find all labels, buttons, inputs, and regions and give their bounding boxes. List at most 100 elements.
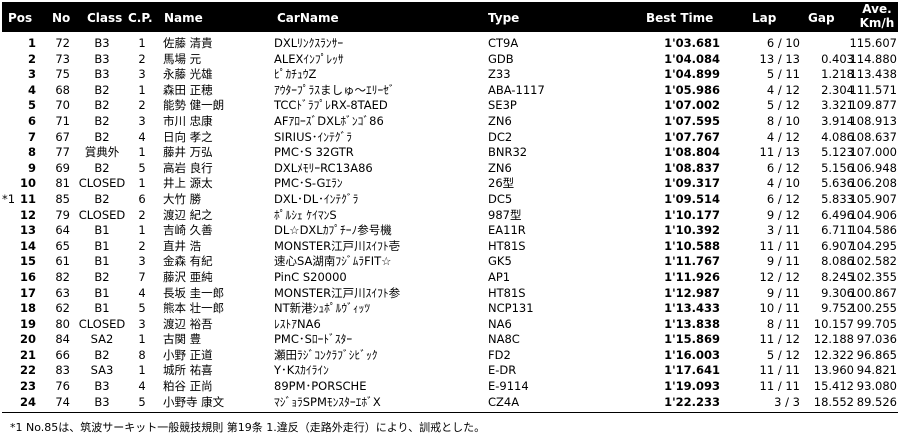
car-type: HT81S	[488, 285, 526, 300]
driver-name: 渡辺 裕吾	[163, 316, 213, 331]
car-type: DC2	[488, 129, 513, 144]
class-position: 7	[138, 269, 146, 284]
car-number: 63	[55, 285, 70, 300]
position: 11	[19, 191, 36, 206]
position: 21	[19, 347, 36, 362]
lap: 9 / 12	[766, 207, 800, 222]
table-row: 3 75 B3 3 永藤 光雄 ﾋﾟｶﾁｭｳZ Z33 1'04.899 5 / 11 1.218…	[0, 67, 900, 83]
header-best-time: Best Time	[646, 11, 714, 25]
lap: 13 / 13	[759, 51, 800, 66]
class-position: 2	[138, 207, 146, 222]
best-time: 1'04.084	[664, 51, 720, 66]
table-row: 18 62 B1 5 熊本 壮一郎 NT新港ｼｭﾎﾟﾙｳﾞｨｯﾂ NCP131 1'13.43…	[0, 301, 900, 317]
class: B2	[94, 347, 110, 362]
table-row: 10 81 CLOSED 1 井上 源太 PMC･S-Gｴﾗﾝ 26型 1'09.317 4 /…	[0, 176, 900, 192]
lap: 3 / 11	[766, 223, 800, 238]
table-row: 20 84 SA2 1 古関 豊 PMC･Sﾛｰﾄﾞｽﾀｰ NA8C 1'15.869 11 /…	[0, 332, 900, 348]
car-number: 61	[55, 254, 70, 269]
best-time: 1'17.641	[664, 363, 720, 378]
driver-name: 井上 源太	[163, 176, 213, 191]
header-no: No	[52, 11, 71, 25]
car-type: CT9A	[488, 36, 519, 50]
table-row: 4 68 B2 1 森田 正穂 ｱｳﾀｰﾌﾟﾗｽましゅ～ｴﾘｰｾﾞ ABA-1117 1'05…	[0, 83, 900, 99]
car-number: 74	[55, 394, 70, 409]
car-name: 89PM･PORSCHE	[274, 379, 367, 394]
position: 7	[27, 129, 36, 144]
driver-name: 馬場 元	[163, 51, 202, 66]
best-time: 1'07.002	[664, 98, 720, 113]
driver-name: 熊本 壮一郎	[163, 301, 225, 316]
best-time: 1'09.514	[664, 191, 720, 206]
header-ave-line1: Ave.	[862, 2, 892, 16]
lap: 9 / 11	[766, 254, 800, 269]
position: 20	[19, 332, 36, 347]
best-time: 1'05.986	[664, 82, 720, 97]
average-speed: 108.637	[849, 129, 897, 144]
class: B2	[94, 129, 110, 144]
class: B1	[94, 301, 110, 316]
header-pos: Pos	[8, 11, 33, 25]
best-time: 1'15.869	[664, 332, 720, 347]
average-speed: 89.526	[856, 394, 897, 409]
class-position: 1	[138, 332, 146, 347]
driver-name: 小野寺 康文	[163, 394, 225, 409]
class-position: 1	[138, 36, 146, 50]
position: 17	[19, 285, 36, 300]
average-speed: 105.907	[849, 191, 897, 206]
class: B2	[94, 98, 110, 113]
best-time: 1'11.926	[664, 269, 720, 284]
average-speed: 100.867	[849, 285, 897, 300]
car-type: GK5	[488, 254, 512, 269]
car-type: SE3P	[488, 98, 517, 113]
position: 16	[19, 269, 36, 284]
driver-name: 小野 正道	[163, 347, 213, 362]
lap: 9 / 11	[766, 285, 800, 300]
average-speed: 102.582	[849, 254, 897, 269]
car-number: 68	[55, 82, 70, 97]
table-row: 22 83 SA3 1 城所 祐喜 Y･Kｽｶｲﾗｲﾝ E-DR 1'17.641 11 / 1…	[0, 363, 900, 379]
car-type: E-DR	[488, 363, 517, 378]
average-speed: 104.586	[849, 223, 897, 238]
class-position: 3	[138, 316, 146, 331]
header-lap: Lap	[752, 11, 777, 25]
lap: 11 / 11	[759, 238, 800, 253]
table-row: 19 80 CLOSED 3 渡辺 裕吾 ﾚｽﾄｱNA6 NA6 1'13.838 8 / 11…	[0, 317, 900, 333]
average-speed: 114.880	[849, 51, 897, 66]
header-cp: C.P.	[128, 11, 153, 25]
lap: 6 / 12	[766, 191, 800, 206]
header-type: Type	[488, 11, 520, 25]
class-position: 1	[138, 223, 146, 238]
class: B3	[94, 36, 110, 50]
class-position: 6	[138, 191, 146, 206]
car-number: 72	[55, 36, 70, 50]
driver-name: 藤沢 亜純	[163, 269, 213, 284]
car-name: 瀬田ﾗｼﾞｺﾝｸﾗﾌﾞｼﾋﾞｯｸ	[274, 347, 378, 362]
position: 9	[27, 160, 36, 175]
car-type: EA11R	[488, 223, 526, 238]
driver-name: 城所 祐喜	[163, 363, 213, 378]
driver-name: 古関 豊	[163, 332, 202, 347]
car-name: Y･Kｽｶｲﾗｲﾝ	[274, 363, 329, 378]
car-type: E-9114	[488, 379, 529, 394]
car-name: PMC･S-Gｴﾗﾝ	[274, 176, 343, 191]
table-row: 21 66 B2 8 小野 正道 瀬田ﾗｼﾞｺﾝｸﾗﾌﾞｼﾋﾞｯｸ FD2 1'16.003 5…	[0, 348, 900, 364]
car-number: 76	[55, 379, 70, 394]
car-type: NA6	[488, 316, 512, 331]
table-row: 17 63 B1 4 長坂 圭一郎 MONSTER江戸川ｽｲﾌﾄ参 HT81S 1'12.98…	[0, 286, 900, 302]
car-name: ﾎﾟﾙｼｪ ｹｲﾏﾝS	[274, 207, 337, 222]
position: 24	[19, 394, 36, 409]
car-number: 66	[55, 347, 70, 362]
class: CLOSED	[78, 176, 126, 191]
driver-name: 吉崎 久善	[163, 223, 213, 238]
car-type: Z33	[488, 67, 511, 82]
position: 13	[19, 223, 36, 238]
header-gap: Gap	[808, 11, 835, 25]
driver-name: 永藤 光雄	[163, 67, 213, 82]
table-row: 15 61 B1 3 金森 有紀 速心SA湖南ﾌｼﾞﾑﾗFIT☆ GK5 1'11.767 9 …	[0, 254, 900, 270]
car-name: TCCﾄﾞﾗﾌﾟﾚRX-8TAED	[274, 98, 388, 113]
average-speed: 111.571	[849, 82, 897, 97]
lap: 11 / 11	[759, 363, 800, 378]
best-time: 1'19.093	[664, 379, 720, 394]
best-time: 1'10.588	[664, 238, 720, 253]
lap: 8 / 11	[766, 316, 800, 331]
